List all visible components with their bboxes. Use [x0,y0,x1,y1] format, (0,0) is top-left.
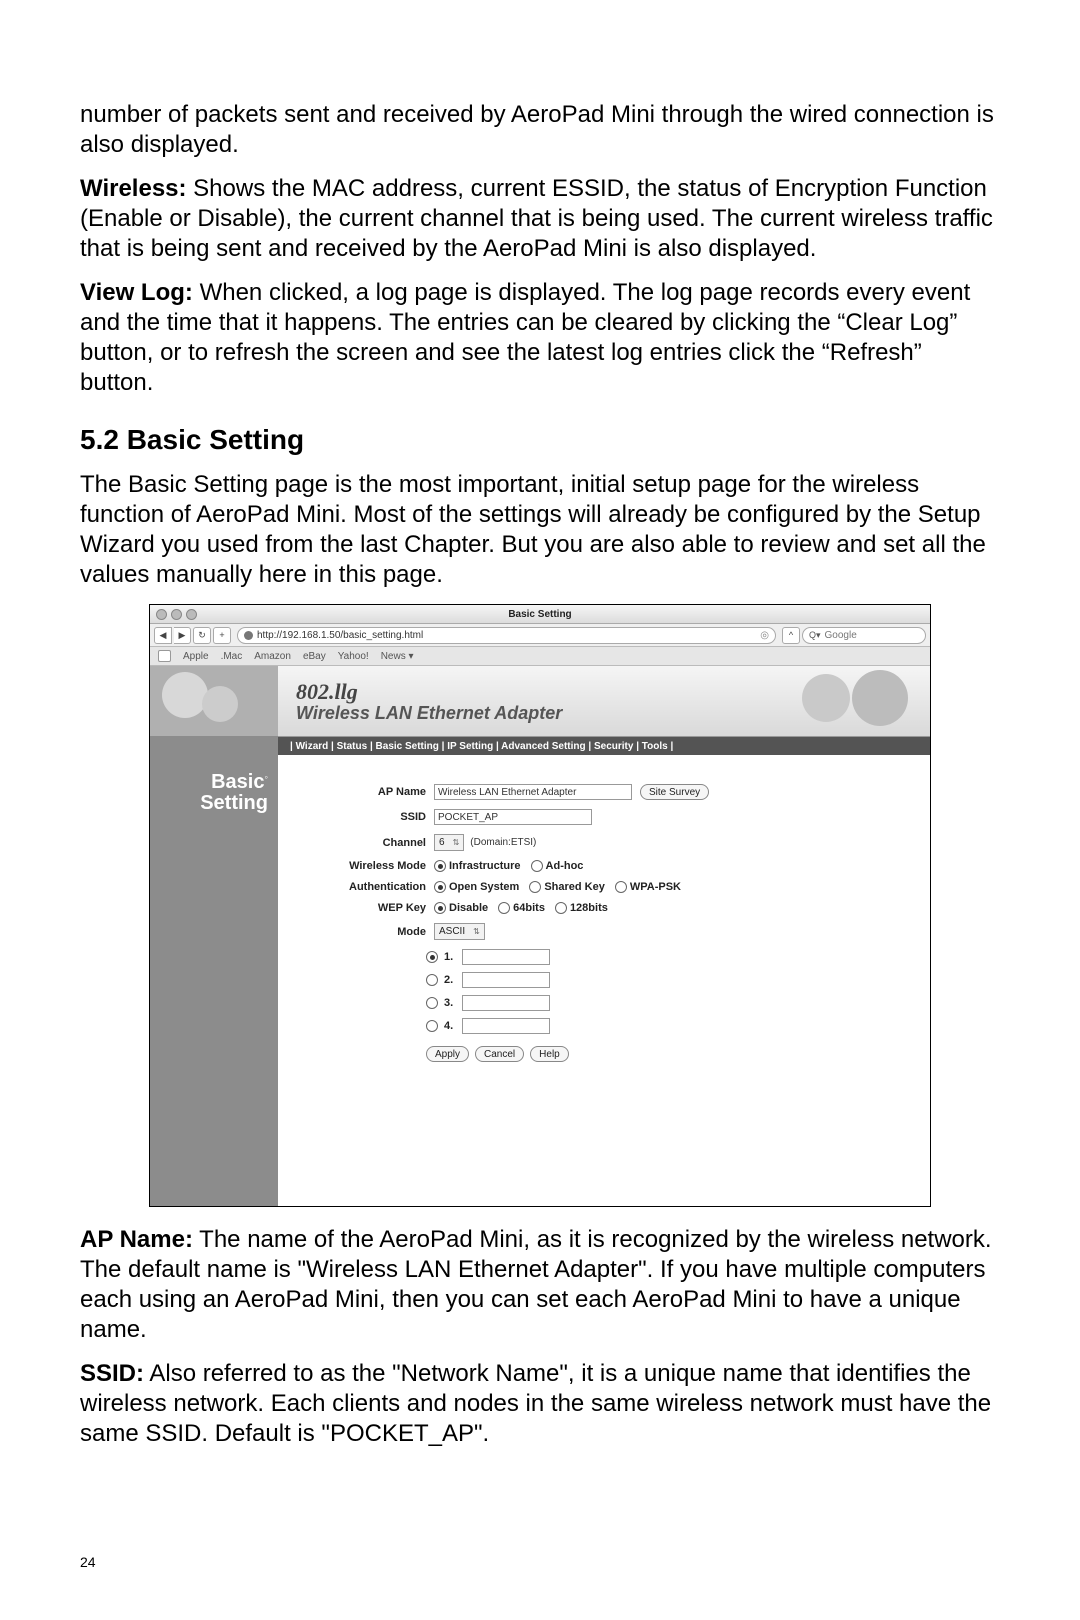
key4-label: 4. [444,1020,462,1032]
search-placeholder: Google [825,630,857,641]
mode-label: Mode [308,926,434,938]
opt-adhoc: Ad-hoc [546,860,584,872]
opt-wep-disable: Disable [449,902,488,914]
cancel-button[interactable]: Cancel [475,1046,524,1062]
radio-wep-64[interactable] [498,902,510,914]
window-titlebar: Basic Setting [150,605,930,624]
section-heading: 5.2 Basic Setting [80,424,1000,456]
opt-open-system: Open System [449,881,519,893]
auth-label: Authentication [308,881,434,893]
wireless-mode-label: Wireless Mode [308,860,434,872]
site-survey-button[interactable]: Site Survey [640,784,709,800]
radio-open-system[interactable] [434,881,446,893]
key1-input[interactable] [462,949,550,965]
bookmark-amazon[interactable]: Amazon [254,651,291,662]
radio-infrastructure[interactable] [434,860,446,872]
text-ssid: Also referred to as the "Network Name", … [80,1360,991,1447]
label-viewlog: View Log: [80,279,193,306]
text-apname: The name of the AeroPad Mini, as it is r… [80,1226,992,1343]
embedded-screenshot: Basic Setting ◀ ▶ ↻ + http://192.168.1.5… [149,604,931,1207]
page-sidebar: Basic◦ Setting [150,666,278,1206]
nav-forward-button[interactable]: ▶ [174,627,191,644]
sidebar-title: Basic◦ Setting [150,736,278,814]
zoom-icon[interactable] [186,609,197,620]
bookmark-yahoo[interactable]: Yahoo! [338,651,369,662]
wep-label: WEP Key [308,902,434,914]
radio-wep-disable[interactable] [434,902,446,914]
opt-wpa-psk: WPA-PSK [630,881,681,893]
url-field[interactable]: http://192.168.1.50/basic_setting.html ◎ [237,627,776,644]
text-viewlog: When clicked, a log page is displayed. T… [80,279,970,396]
opt-wep-64: 64bits [513,902,545,914]
opt-shared-key: Shared Key [544,881,605,893]
opt-infrastructure: Infrastructure [449,860,521,872]
rss-icon[interactable]: ◎ [760,630,769,641]
bookmarks-bar: Apple .Mac Amazon eBay Yahoo! News ▾ [150,647,930,666]
para-ssid: SSID: Also referred to as the "Network N… [80,1359,1000,1449]
ap-name-label: AP Name [308,786,434,798]
radio-adhoc[interactable] [531,860,543,872]
page-number: 24 [80,1554,96,1570]
para-basic-intro: The Basic Setting page is the most impor… [80,470,1000,590]
bookmark-news[interactable]: News ▾ [381,651,414,662]
settings-form: AP Name Wireless LAN Ethernet Adapter Si… [278,755,930,1080]
opt-wep-128: 128bits [570,902,608,914]
ap-name-input[interactable]: Wireless LAN Ethernet Adapter [434,784,632,800]
radio-shared-key[interactable] [529,881,541,893]
url-text: http://192.168.1.50/basic_setting.html [257,630,423,641]
close-icon[interactable] [156,609,167,620]
para-viewlog: View Log: When clicked, a log page is di… [80,278,1000,398]
radio-wep-128[interactable] [555,902,567,914]
mode-select[interactable]: ASCII [434,923,485,940]
channel-label: Channel [308,837,434,849]
add-bookmark-button[interactable]: + [213,627,231,644]
key3-input[interactable] [462,995,550,1011]
favicon-icon [244,631,253,640]
apply-button[interactable]: Apply [426,1046,469,1062]
radio-key1[interactable] [426,951,438,963]
label-apname: AP Name: [80,1226,193,1253]
bookmark-mac[interactable]: .Mac [221,651,243,662]
channel-domain-hint: (Domain:ETSI) [470,837,536,848]
key4-input[interactable] [462,1018,550,1034]
radio-wpa-psk[interactable] [615,881,627,893]
browser-toolbar: ◀ ▶ ↻ + http://192.168.1.50/basic_settin… [150,624,930,647]
reload-button[interactable]: ↻ [193,627,211,644]
page-tabs[interactable]: | Wizard | Status | Basic Setting | IP S… [278,737,930,755]
window-title: Basic Setting [150,609,930,620]
key3-label: 3. [444,997,462,1009]
sidebar-title-line2: Setting [200,792,268,814]
para-wireless: Wireless: Shows the MAC address, current… [80,174,1000,264]
text-wireless: Shows the MAC address, current ESSID, th… [80,175,993,262]
hero-people-image [770,670,920,732]
channel-select[interactable]: 6 [434,834,464,851]
radio-key3[interactable] [426,997,438,1009]
label-wireless: Wireless: [80,175,187,202]
search-icon: Q▾ [809,630,821,641]
hero-banner: 802.llg Wireless LAN Ethernet Adapter [278,666,930,737]
traffic-lights[interactable] [156,609,197,620]
radio-key2[interactable] [426,974,438,986]
sidebar-title-line1: Basic [211,771,264,793]
key1-label: 1. [444,951,462,963]
key2-label: 2. [444,974,462,986]
para-packets: number of packets sent and received by A… [80,100,1000,160]
minimize-icon[interactable] [171,609,182,620]
search-field[interactable]: Q▾ Google [802,627,926,644]
bookmark-apple[interactable]: Apple [183,651,209,662]
help-button[interactable]: Help [530,1046,569,1062]
sidebar-hero-image [150,666,278,736]
page-main: 802.llg Wireless LAN Ethernet Adapter | … [278,666,930,1206]
label-ssid: SSID: [80,1360,144,1387]
key2-input[interactable] [462,972,550,988]
bookmark-ebay[interactable]: eBay [303,651,326,662]
radio-key4[interactable] [426,1020,438,1032]
para-apname: AP Name: The name of the AeroPad Mini, a… [80,1225,1000,1345]
ssid-input[interactable]: POCKET_AP [434,809,592,825]
nav-back-button[interactable]: ◀ [154,627,172,644]
history-dropdown[interactable]: ^ [782,627,800,644]
bookmarks-menu-icon[interactable] [158,650,171,662]
ssid-label: SSID [308,811,434,823]
